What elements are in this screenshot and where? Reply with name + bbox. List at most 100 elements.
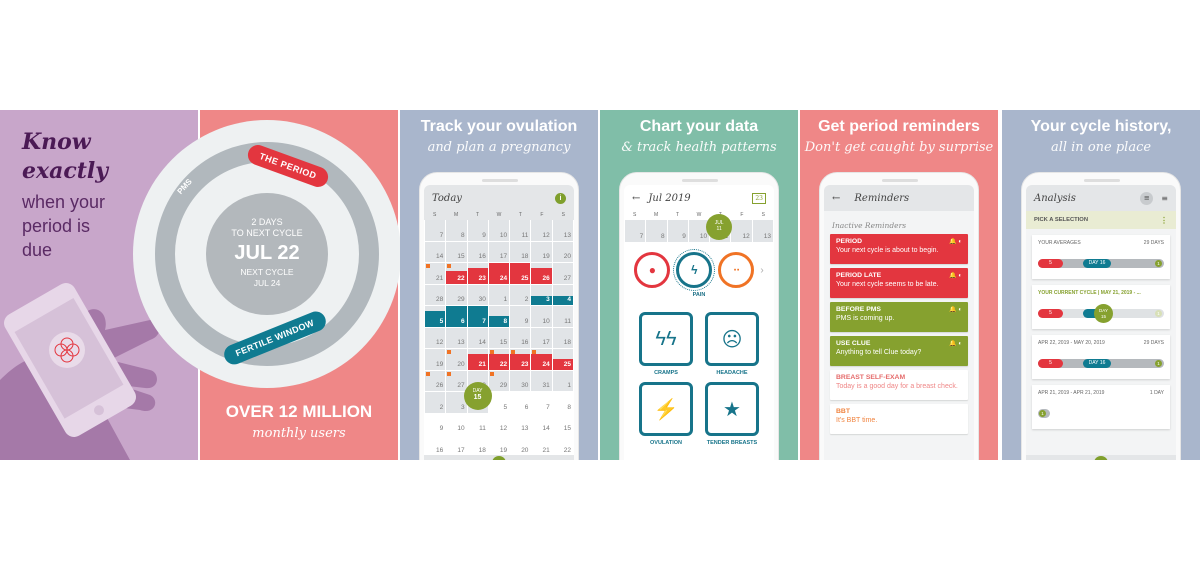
- calendar-day[interactable]: 16: [467, 241, 488, 262]
- calendar-day[interactable]: 15: [552, 413, 573, 434]
- symptom-option[interactable]: ϟϟ CRAMPS: [638, 312, 694, 376]
- more-options-icon[interactable]: ⋮: [1160, 216, 1168, 225]
- calendar-day[interactable]: 8: [552, 392, 573, 413]
- calendar-day[interactable]: 19: [488, 435, 510, 456]
- calendar-day[interactable]: 20: [510, 435, 531, 456]
- calendar-day[interactable]: 16: [510, 327, 531, 348]
- calendar-day[interactable]: 23: [510, 349, 531, 370]
- cycle-card[interactable]: APR 21, 2019 - APR 21, 2019 1 DAY 1: [1032, 385, 1170, 429]
- calendar-day[interactable]: 21: [531, 435, 552, 456]
- add-button[interactable]: +: [1093, 456, 1108, 460]
- calendar-day[interactable]: 15: [446, 241, 467, 262]
- calendar-day[interactable]: 20: [552, 241, 573, 262]
- calendar-day[interactable]: 30: [510, 370, 531, 391]
- calendar-day[interactable]: 18: [510, 241, 531, 262]
- emotions-category-icon[interactable]: ᐧᐧ: [718, 252, 755, 288]
- calendar-day[interactable]: 11: [510, 220, 531, 241]
- calendar-day[interactable]: 13: [510, 413, 531, 434]
- bell-toggle-icon[interactable]: 🔔 ◐: [949, 272, 962, 279]
- bleeding-category-icon[interactable]: ●: [634, 252, 671, 288]
- pick-selection-bar[interactable]: PICK A SELECTION ⋮: [1026, 211, 1176, 229]
- calendar-day[interactable]: 18: [552, 327, 573, 348]
- calendar-day[interactable]: 29: [446, 284, 467, 305]
- calendar-day[interactable]: 7: [467, 306, 488, 327]
- calendar-day[interactable]: 22: [488, 349, 510, 370]
- calendar-day[interactable]: 13: [552, 220, 573, 241]
- calendar-day[interactable]: 11: [467, 413, 488, 434]
- menu-icon[interactable]: ☰: [556, 459, 563, 461]
- calendar-day[interactable]: 13: [752, 220, 773, 242]
- calendar-day[interactable]: 11: [552, 306, 573, 327]
- symptom-option[interactable]: ⚡ OVULATION: [638, 382, 694, 446]
- bell-toggle-icon[interactable]: 🔔 ◐: [949, 340, 962, 347]
- calendar-day[interactable]: 13: [446, 327, 467, 348]
- calendar-day[interactable]: 5: [425, 306, 446, 327]
- symptom-option[interactable]: ☹ HEADACHE: [704, 312, 760, 376]
- calendar-day[interactable]: 28: [425, 284, 446, 305]
- calendar-day[interactable]: 14: [531, 413, 552, 434]
- add-button[interactable]: +: [491, 456, 506, 460]
- calendar-day[interactable]: 24: [531, 349, 552, 370]
- calendar-day[interactable]: 21: [467, 349, 488, 370]
- calendar-day[interactable]: 29: [488, 370, 510, 391]
- back-arrow-icon[interactable]: ←: [632, 193, 640, 204]
- calendar-day[interactable]: 12: [731, 220, 752, 242]
- bell-toggle-icon[interactable]: 🔔 ◐: [949, 306, 962, 313]
- calendar-day[interactable]: 14: [425, 241, 446, 262]
- filter-icon[interactable]: ≡: [1161, 194, 1168, 203]
- calendar-day[interactable]: 12: [488, 413, 510, 434]
- calendar-day[interactable]: 20: [446, 349, 467, 370]
- calendar-day[interactable]: 9: [425, 413, 446, 434]
- reminder-card[interactable]: USE CLUE Anything to tell Clue today? 🔔 ◐: [830, 336, 968, 366]
- analysis-icon[interactable]: ◫: [1129, 459, 1137, 461]
- calendar-day[interactable]: 22: [446, 263, 467, 284]
- calendar-day[interactable]: 10: [488, 220, 510, 241]
- calendar-day[interactable]: 11JUL11: [706, 214, 733, 242]
- bell-toggle-icon[interactable]: 🔔 ◐: [949, 238, 962, 245]
- calendar-day[interactable]: 8: [646, 220, 667, 242]
- calendar-day[interactable]: 6: [510, 392, 531, 413]
- calendar-day[interactable]: 12: [531, 220, 552, 241]
- calendar-day[interactable]: 22: [552, 435, 573, 456]
- calendar-icon[interactable]: ▦: [463, 459, 471, 461]
- calendar-day[interactable]: 19: [531, 241, 552, 262]
- cycle-view-icon[interactable]: ◎: [1037, 459, 1044, 461]
- reminder-card[interactable]: PERIOD Your next cycle is about to begin.…: [830, 234, 968, 264]
- calendar-day[interactable]: 1: [552, 370, 573, 391]
- info-icon[interactable]: i: [555, 192, 566, 204]
- reminder-card[interactable]: BBT It's BBT time.: [830, 404, 968, 434]
- calendar-day[interactable]: 17: [531, 327, 552, 348]
- calendar-day[interactable]: 19: [425, 349, 446, 370]
- calendar-day[interactable]: 1: [488, 284, 510, 305]
- calendar-day[interactable]: 4: [552, 284, 573, 305]
- calendar-day[interactable]: 7: [531, 392, 552, 413]
- calendar-icon[interactable]: 23: [752, 192, 766, 204]
- pain-category-icon[interactable]: ϟ: [673, 249, 716, 291]
- calendar-day[interactable]: 16: [425, 435, 446, 456]
- symptom-option[interactable]: ★ TENDER BREASTS: [704, 382, 760, 446]
- calendar-day[interactable]: 2: [425, 392, 446, 413]
- calendar-day[interactable]: 9: [467, 220, 488, 241]
- calendar-day[interactable]: 26: [531, 263, 552, 284]
- reminder-card[interactable]: PERIOD LATE Your next cycle seems to be l…: [830, 268, 968, 298]
- calendar-day[interactable]: 21: [425, 263, 446, 284]
- calendar-day[interactable]: 10: [531, 306, 552, 327]
- calendar-day[interactable]: 8: [488, 306, 510, 327]
- analysis-icon[interactable]: ◫: [527, 459, 535, 461]
- calendar-day[interactable]: 24: [488, 263, 510, 284]
- cycle-card[interactable]: YOUR AVERAGES 29 DAYS 5 DAY 16 1: [1032, 235, 1170, 279]
- calendar-day[interactable]: 18: [467, 435, 488, 456]
- calendar-day[interactable]: 2: [510, 284, 531, 305]
- calendar-day[interactable]: 9: [667, 220, 688, 242]
- calendar-day[interactable]: 17: [488, 241, 510, 262]
- calendar-day[interactable]: 25: [510, 263, 531, 284]
- chevron-right-icon[interactable]: ›: [760, 265, 763, 276]
- calendar-day[interactable]: 25: [552, 349, 573, 370]
- calendar-day[interactable]: 7: [625, 220, 646, 242]
- calendar-icon[interactable]: ▦: [1065, 459, 1073, 461]
- calendar-day[interactable]: 26: [425, 370, 446, 391]
- calendar-day[interactable]: 3: [531, 284, 552, 305]
- calendar-day[interactable]: 12: [425, 327, 446, 348]
- calendar-day[interactable]: 6: [446, 306, 467, 327]
- cycle-view-icon[interactable]: ◎: [435, 459, 442, 461]
